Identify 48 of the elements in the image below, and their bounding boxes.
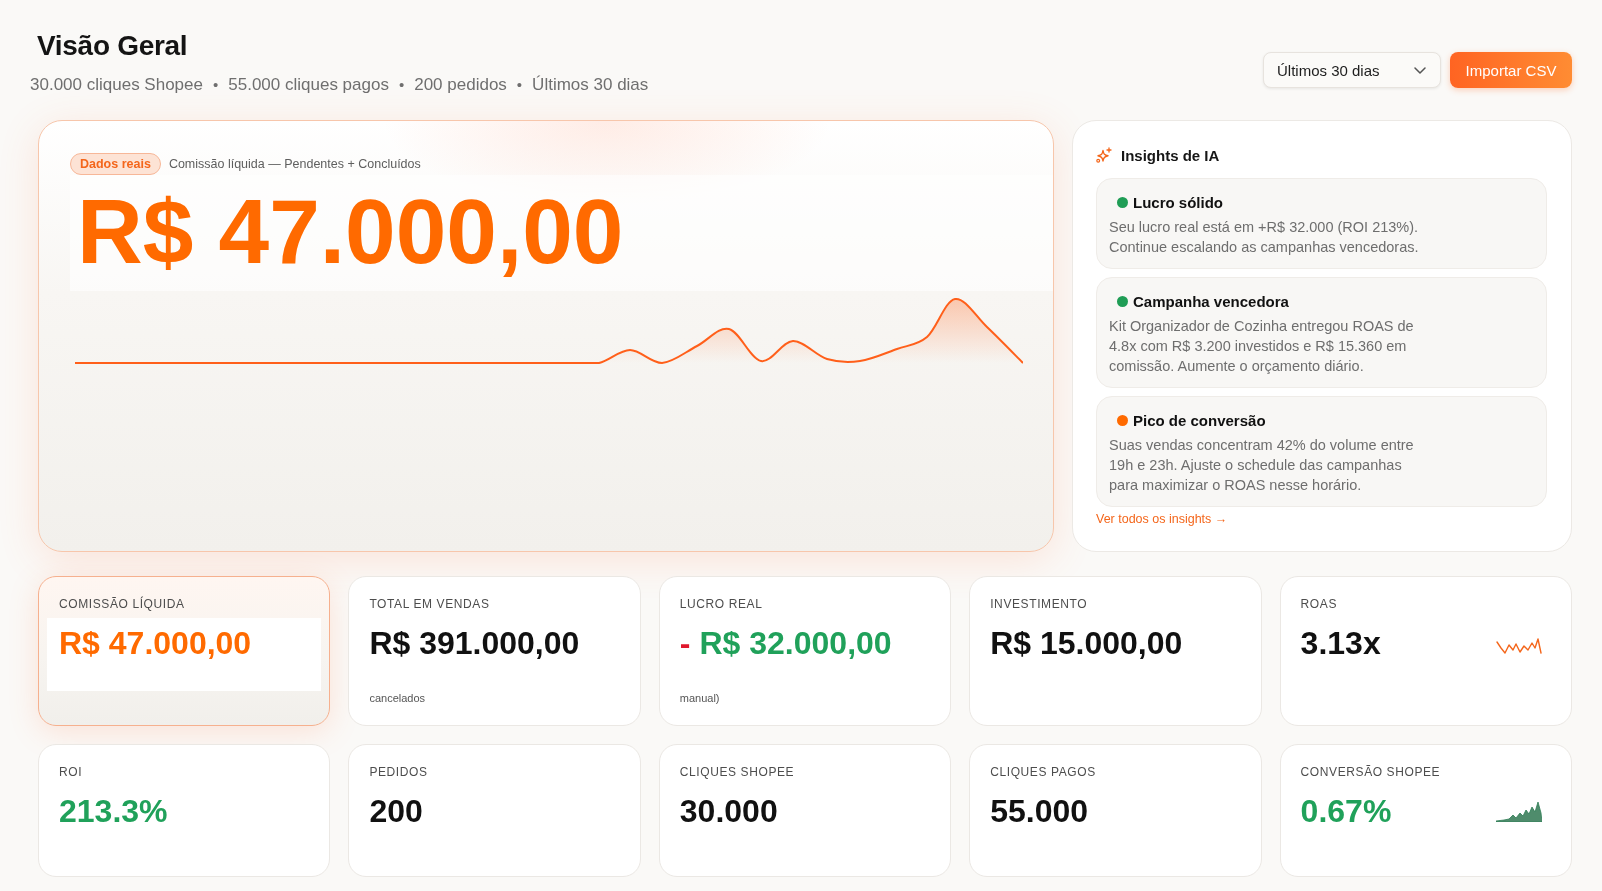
insight-text: Kit Organizador de Cozinha entregou ROAS de 4.8x com R$ 3.200 investidos e R$ 15.360 em comissão. Aumente o orçamento diário. <box>1109 317 1415 376</box>
kpi-label: CLIQUES SHOPEE <box>679 764 796 780</box>
kpi-label: LUCRO REAL <box>679 596 764 612</box>
summary-text: 30.000 cliques Shopee <box>30 74 203 96</box>
kpi-note: manual) <box>679 691 721 705</box>
kpi-label: COMISSÃO LÍQUIDA <box>59 596 186 612</box>
kpi-value: 55.000 <box>990 792 1089 830</box>
kpi-label: TOTAL EM VENDAS <box>369 596 491 612</box>
kpi-label: CLIQUES PAGOS <box>990 764 1097 780</box>
summary-text: Últimos 30 dias <box>532 74 649 96</box>
kpi-value: 213.3% <box>59 792 168 830</box>
kpi-value: R$ 15.000,00 <box>990 624 1183 662</box>
view-all-insights-link[interactable]: Ver todos os insights → <box>1096 511 1228 527</box>
page-title: Visão Geral <box>37 29 189 63</box>
insights-title: Insights de IA <box>1121 146 1220 164</box>
import-csv-button[interactable]: Importar CSV <box>1450 52 1572 88</box>
data-badge: Dados reais <box>70 153 161 175</box>
kpi-value: 200 <box>369 792 423 830</box>
sparkle-icon <box>1096 147 1112 163</box>
line-sparkline-icon <box>1496 637 1542 655</box>
summary-text: 55.000 cliques pagos <box>228 74 389 96</box>
insight-title: Pico de conversão <box>1133 411 1266 429</box>
kpi-label: INVESTIMENTO <box>990 596 1089 612</box>
kpi-label: CONVERSÃO SHOPEE <box>1300 764 1442 780</box>
hero-value: R$ 47.000,00 <box>70 175 1053 291</box>
insight-text: Suas vendas concentram 42% do volume entre 19h e 23h. Ajuste o schedule das campanhas para maximizar o ROAS nesse horário. <box>1109 436 1415 495</box>
insight-text: Seu lucro real está em +R$ 32.000 (ROI 213%). Continue escalando as campanhas vencedoras. <box>1109 218 1420 257</box>
negative-sign: - <box>679 624 691 662</box>
kpi-label: PEDIDOS <box>369 764 429 780</box>
bullet-separator: • <box>213 75 219 95</box>
bullet-separator: • <box>398 75 405 95</box>
summary-text: 200 pedidos <box>414 74 507 96</box>
kpi-value: 0.67% <box>1300 792 1392 830</box>
hero-caption: Comissão líquida — Pendentes + Concluídos <box>168 157 421 171</box>
kpi-label: ROAS <box>1300 596 1338 612</box>
kpi-value: R$ 391.000,00 <box>369 624 580 662</box>
insight-title: Lucro sólido <box>1133 193 1223 211</box>
kpi-value: 30.000 <box>679 792 778 830</box>
area-sparkline-icon <box>1496 800 1542 822</box>
bullet-separator: • <box>516 75 523 95</box>
chevron-down-icon <box>1414 66 1426 74</box>
kpi-value: R$ 47.000,00 <box>59 624 252 662</box>
kpi-note: cancelados <box>369 691 427 705</box>
kpi-value: 3.13x <box>1300 624 1381 662</box>
insight-title: Campanha vencedora <box>1133 292 1289 310</box>
kpi-value: R$ 32.000,00 <box>699 624 892 662</box>
period-select[interactable]: Últimos 30 dias <box>1263 52 1441 88</box>
kpi-label: ROI <box>59 764 84 780</box>
